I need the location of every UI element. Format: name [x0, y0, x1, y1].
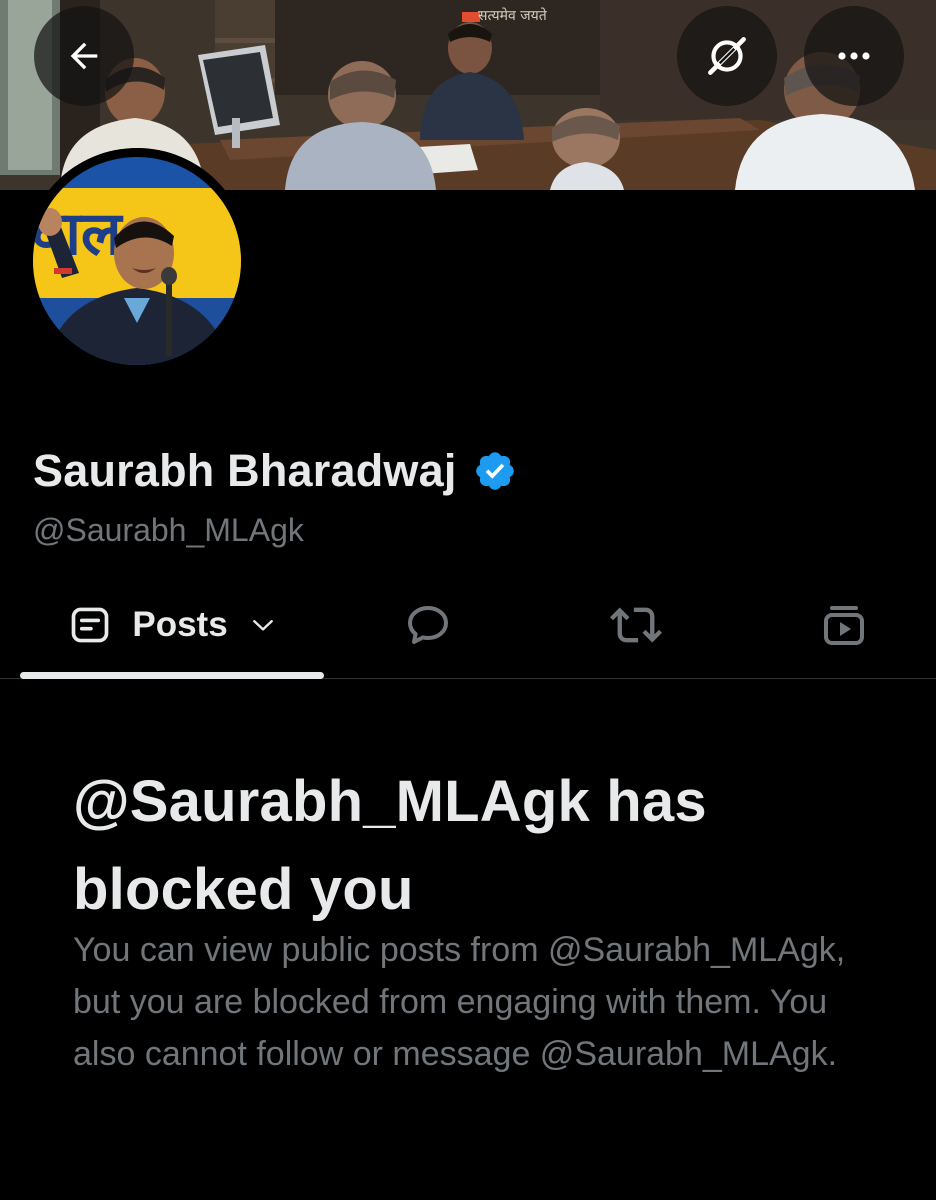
verified-badge-icon[interactable]: [473, 449, 517, 493]
repost-icon: [610, 607, 662, 643]
chevron-down-icon[interactable]: [250, 612, 276, 638]
display-name: Saurabh Bharadwaj: [33, 445, 457, 496]
blocked-title: @Saurabh_MLAgk has blocked you: [73, 769, 707, 922]
tab-selected-indicator: [20, 672, 324, 679]
tab-posts[interactable]: Posts: [20, 572, 324, 678]
grok-icon: [708, 37, 746, 75]
avatar-photo: वाल: [24, 148, 250, 374]
reply-bubble-icon: [408, 606, 448, 644]
back-button[interactable]: [34, 6, 134, 106]
profile-tabs: Posts: [0, 572, 936, 679]
grok-button[interactable]: [677, 6, 777, 106]
posts-icon: [72, 607, 109, 643]
profile-avatar[interactable]: वाल: [24, 148, 250, 374]
arrow-left-icon: [70, 42, 98, 70]
video-icon: [824, 606, 864, 645]
tab-videos[interactable]: [794, 572, 894, 678]
profile-handle: @Saurabh_MLAgk: [33, 512, 304, 548]
tab-replies[interactable]: [378, 572, 478, 678]
blocked-description: You can view public posts from @Saurabh_…: [73, 931, 846, 1073]
banner-emblem-text: सत्यमेव जयते: [478, 7, 548, 24]
more-options-button[interactable]: [804, 6, 904, 106]
more-horizontal-icon: [838, 52, 870, 60]
tab-reposts[interactable]: [586, 572, 686, 678]
profile-name-row: Saurabh Bharadwaj: [33, 438, 517, 504]
tab-posts-label: Posts: [132, 605, 228, 644]
